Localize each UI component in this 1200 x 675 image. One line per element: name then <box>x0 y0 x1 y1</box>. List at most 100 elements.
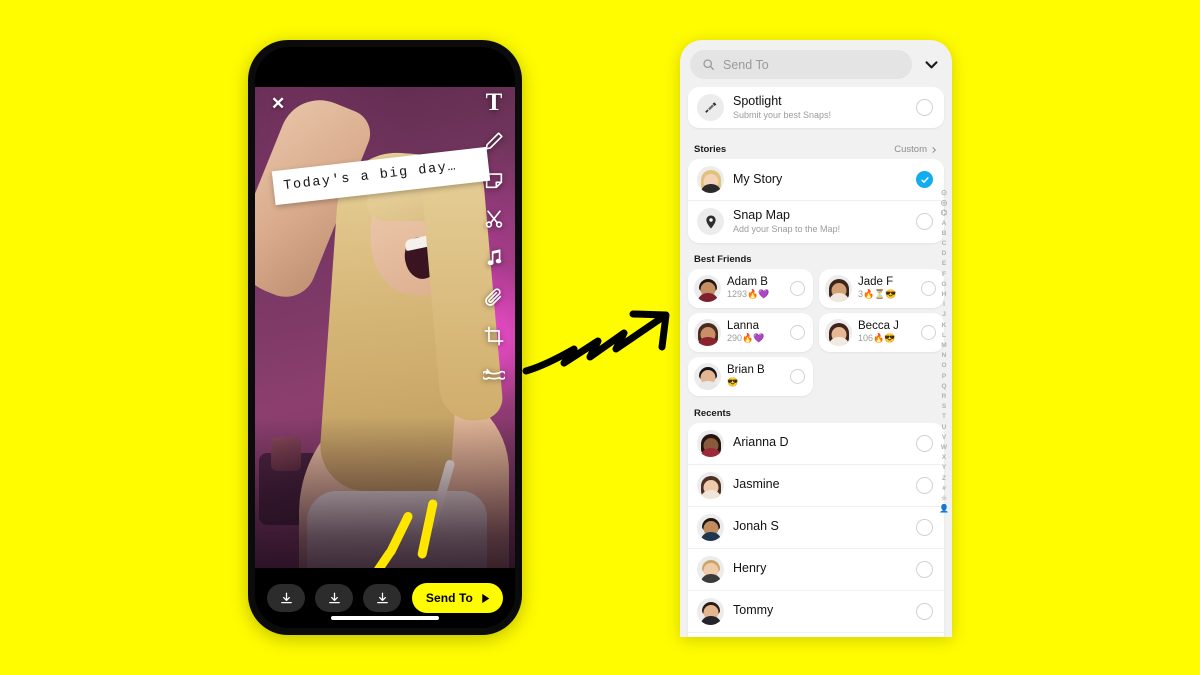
loop-icon[interactable] <box>481 362 507 388</box>
alpha-index-s[interactable]: S <box>942 402 946 412</box>
alpha-index-f[interactable]: F <box>942 270 946 280</box>
table-row[interactable]: Arianna D <box>688 423 944 464</box>
alpha-index-w[interactable]: W <box>941 443 947 453</box>
list-item[interactable]: Lanna 290🔥💜 <box>688 313 813 352</box>
spotlight-text: Spotlight Submit your best Snaps! <box>733 94 907 121</box>
phone-screen: ✕ T Today's a big day… Send To <box>255 47 515 628</box>
table-row[interactable]: Jonah S <box>688 505 944 548</box>
alpha-index-recent-icon[interactable]: ◎ <box>941 198 948 208</box>
star-icon[interactable]: ☆ <box>941 494 947 504</box>
alpha-index-n[interactable]: N <box>942 351 947 361</box>
recent-radio[interactable] <box>916 560 933 578</box>
crop-icon[interactable] <box>481 323 507 349</box>
table-row[interactable]: Jasmine <box>688 463 944 506</box>
stories-custom-action[interactable]: Custom <box>894 144 938 155</box>
friend-radio[interactable] <box>790 368 805 384</box>
best-friend-card: Lanna 290🔥💜 <box>688 312 813 352</box>
alpha-index-e[interactable]: E <box>942 259 946 269</box>
alpha-index-l[interactable]: L <box>942 331 946 341</box>
alpha-index-d[interactable]: D <box>942 249 947 259</box>
alpha-index-c[interactable]: C <box>942 239 947 249</box>
list-item[interactable]: Brian B 😎 <box>688 357 813 396</box>
table-row[interactable]: Henry <box>688 547 944 590</box>
best-friends-row-3: Brian B 😎 <box>688 356 944 396</box>
search-icon <box>703 59 715 71</box>
save-to-camera-roll-button[interactable] <box>363 584 401 612</box>
alpha-index-t[interactable]: T <box>942 412 946 422</box>
send-to-button[interactable]: Send To <box>411 583 503 613</box>
text-tool-icon[interactable]: T <box>481 89 507 115</box>
spotlight-title: Spotlight <box>733 94 782 108</box>
search-placeholder: Send To <box>723 57 769 72</box>
search-input[interactable]: Send To <box>690 50 912 79</box>
text-tool-glyph: T <box>485 88 503 116</box>
search-row: Send To <box>680 40 952 87</box>
table-row[interactable]: Lena <box>688 631 944 637</box>
paperclip-icon[interactable] <box>481 284 507 310</box>
alphabet-index[interactable]: ⊙ ◎ ⌬ A B C D E F G H I J K L M N O P Q … <box>937 188 951 515</box>
add-friend-icon[interactable]: 👤 <box>939 504 949 514</box>
alpha-index-p[interactable]: P <box>942 372 946 382</box>
chevron-down-icon[interactable] <box>920 56 942 73</box>
snap-map-subtitle: Add your Snap to the Map! <box>733 223 841 234</box>
spotlight-row[interactable]: Spotlight Submit your best Snaps! <box>688 87 944 128</box>
snap-map-row[interactable]: Snap Map Add your Snap to the Map! <box>688 200 944 242</box>
alpha-index-o[interactable]: O <box>941 361 946 371</box>
recent-radio[interactable] <box>916 602 933 620</box>
scissors-icon[interactable] <box>481 206 507 232</box>
music-note-icon[interactable] <box>481 245 507 271</box>
snap-map-radio[interactable] <box>916 213 933 231</box>
alpha-index-j[interactable]: J <box>942 310 946 320</box>
alpha-index-g[interactable]: G <box>941 280 946 290</box>
list-item[interactable]: Adam B 1293🔥💜 <box>688 269 813 308</box>
send-arrow-icon <box>482 593 490 603</box>
table-row[interactable]: Tommy <box>688 589 944 632</box>
friend-radio[interactable] <box>790 280 805 296</box>
friend-name: Lanna <box>727 320 759 333</box>
send-to-list[interactable]: Spotlight Submit your best Snaps! Storie… <box>680 87 952 637</box>
avatar <box>697 471 724 499</box>
recents-section-header: Recents <box>680 401 952 423</box>
alpha-index-k[interactable]: K <box>942 321 947 331</box>
friend-radio[interactable] <box>790 324 805 340</box>
alpha-index-y[interactable]: Y <box>942 463 946 473</box>
alpha-index-h[interactable]: H <box>942 290 947 300</box>
alpha-index-q[interactable]: Q <box>941 382 946 392</box>
best-friend-card: Jade F 3🔥⏳😎 <box>819 268 944 308</box>
alpha-index-b[interactable]: B <box>942 229 947 239</box>
avatar-body <box>697 380 718 390</box>
alpha-index-u[interactable]: U <box>942 423 947 433</box>
alpha-index-m[interactable]: M <box>941 341 946 351</box>
alpha-index-a[interactable]: A <box>942 219 947 229</box>
spotlight-icon <box>697 94 724 122</box>
send-to-panel: Send To Spotlight Submit your best Snaps… <box>680 40 952 637</box>
friend-radio[interactable] <box>921 280 936 296</box>
recent-radio[interactable] <box>916 434 933 452</box>
my-story-name: My Story <box>733 172 783 186</box>
close-icon[interactable]: ✕ <box>271 95 285 112</box>
recent-name: Tommy <box>733 603 774 618</box>
recent-radio[interactable] <box>916 476 933 494</box>
recent-radio[interactable] <box>916 518 933 536</box>
save-to-memories-button[interactable] <box>315 584 353 612</box>
friend-radio[interactable] <box>921 324 936 340</box>
avatar <box>825 318 852 346</box>
alpha-index-group-icon[interactable]: ⌬ <box>941 208 948 218</box>
list-item[interactable]: Becca J 106🔥😎 <box>819 313 944 352</box>
best-friend-card: Adam B 1293🔥💜 <box>688 268 813 308</box>
alpha-index-i[interactable]: I <box>943 300 945 310</box>
alpha-index-r[interactable]: R <box>942 392 947 402</box>
alpha-index-v[interactable]: V <box>942 433 946 443</box>
my-story-radio-selected[interactable] <box>916 171 933 189</box>
alpha-index-x[interactable]: X <box>942 453 946 463</box>
list-item[interactable]: Jade F 3🔥⏳😎 <box>819 269 944 308</box>
alpha-index-search-icon[interactable]: ⊙ <box>941 188 947 198</box>
send-to-button-label: Send To <box>425 591 473 605</box>
avatar <box>825 274 852 302</box>
save-button[interactable] <box>267 584 305 612</box>
alpha-index-z[interactable]: Z <box>942 474 946 484</box>
friend-streak: 😎 <box>727 377 739 388</box>
alpha-index-hash[interactable]: # <box>942 484 946 494</box>
spotlight-radio[interactable] <box>916 99 933 117</box>
my-story-row[interactable]: My Story <box>688 159 944 200</box>
